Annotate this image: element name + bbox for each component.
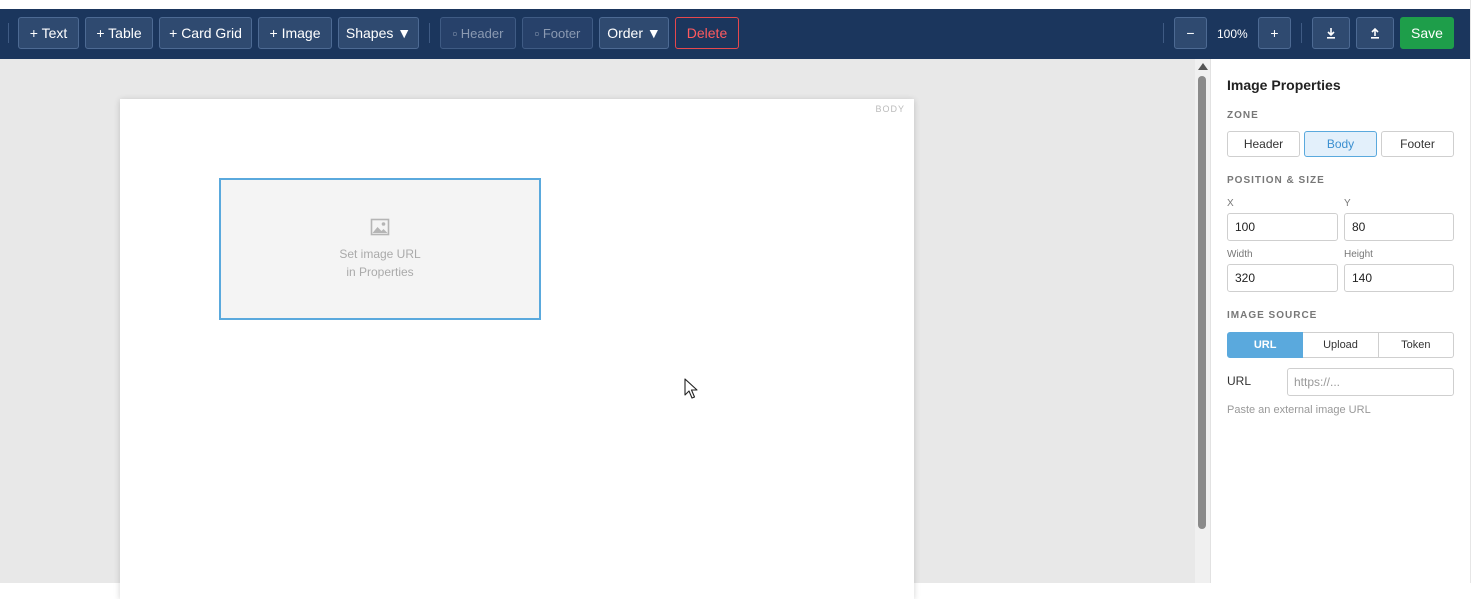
x-label: X bbox=[1227, 198, 1234, 209]
scrollbar-thumb[interactable] bbox=[1198, 76, 1206, 529]
toolbar-divider bbox=[8, 23, 9, 43]
x-input[interactable]: 100 bbox=[1227, 213, 1338, 241]
image-element[interactable]: Set image URL in Properties bbox=[219, 178, 541, 320]
header-toggle-button[interactable]: ▫ Header bbox=[440, 17, 516, 49]
delete-button[interactable]: Delete bbox=[675, 17, 739, 49]
vertical-scrollbar[interactable] bbox=[1195, 59, 1210, 583]
url-input[interactable] bbox=[1287, 368, 1454, 396]
toolbar-divider bbox=[429, 23, 430, 43]
panel-title: Image Properties bbox=[1227, 77, 1341, 93]
image-placeholder-text: Set image URL bbox=[339, 247, 421, 261]
zoom-level: 100% bbox=[1217, 27, 1248, 41]
window-right-edge bbox=[1470, 0, 1482, 583]
window-top-strip bbox=[0, 0, 1482, 9]
add-table-button[interactable]: + Table bbox=[85, 17, 153, 49]
zone-header-button[interactable]: Header bbox=[1227, 131, 1300, 157]
save-button[interactable]: Save bbox=[1400, 17, 1454, 49]
image-icon bbox=[370, 218, 390, 236]
image-source-section-label: IMAGE SOURCE bbox=[1227, 310, 1318, 321]
upload-icon[interactable] bbox=[1356, 17, 1394, 49]
y-input[interactable]: 80 bbox=[1344, 213, 1454, 241]
download-icon[interactable] bbox=[1312, 17, 1350, 49]
height-label: Height bbox=[1344, 249, 1373, 260]
url-label: URL bbox=[1227, 374, 1252, 388]
shapes-dropdown[interactable]: Shapes ▼ bbox=[338, 17, 419, 49]
image-placeholder-text: in Properties bbox=[346, 265, 414, 279]
source-upload-tab[interactable]: Upload bbox=[1303, 332, 1379, 358]
footer-toggle-button[interactable]: ▫ Footer bbox=[522, 17, 593, 49]
y-label: Y bbox=[1344, 198, 1351, 209]
image-source-tabs: URL Upload Token bbox=[1227, 332, 1454, 358]
add-card-grid-button[interactable]: + Card Grid bbox=[159, 17, 252, 49]
zone-body-button[interactable]: Body bbox=[1304, 131, 1377, 157]
add-text-button[interactable]: + Text bbox=[18, 17, 79, 49]
url-hint: Paste an external image URL bbox=[1227, 404, 1371, 416]
zone-section-label: ZONE bbox=[1227, 110, 1259, 121]
order-dropdown[interactable]: Order ▼ bbox=[599, 17, 669, 49]
height-input[interactable]: 140 bbox=[1344, 264, 1454, 292]
source-url-tab[interactable]: URL bbox=[1227, 332, 1304, 358]
zoom-out-button[interactable]: − bbox=[1174, 17, 1207, 49]
canvas-area[interactable]: BODY Set image URL in Properties bbox=[0, 59, 1195, 599]
source-token-tab[interactable]: Token bbox=[1378, 332, 1454, 358]
zone-footer-button[interactable]: Footer bbox=[1381, 131, 1454, 157]
document-page[interactable]: BODY Set image URL in Properties bbox=[120, 99, 914, 599]
scroll-up-arrow-icon[interactable] bbox=[1198, 63, 1208, 70]
width-input[interactable]: 320 bbox=[1227, 264, 1338, 292]
toolbar-divider bbox=[1301, 23, 1302, 43]
toolbar-divider bbox=[1163, 23, 1164, 43]
properties-panel: Image Properties ZONE Header Body Footer… bbox=[1210, 59, 1470, 583]
zoom-in-button[interactable]: + bbox=[1258, 17, 1291, 49]
mouse-cursor-icon bbox=[684, 378, 698, 399]
width-label: Width bbox=[1227, 249, 1253, 260]
position-section-label: POSITION & SIZE bbox=[1227, 175, 1325, 186]
add-image-button[interactable]: + Image bbox=[258, 17, 332, 49]
zone-tag: BODY bbox=[875, 104, 905, 114]
toolbar: + Text + Table + Card Grid + Image Shape… bbox=[0, 9, 1470, 59]
